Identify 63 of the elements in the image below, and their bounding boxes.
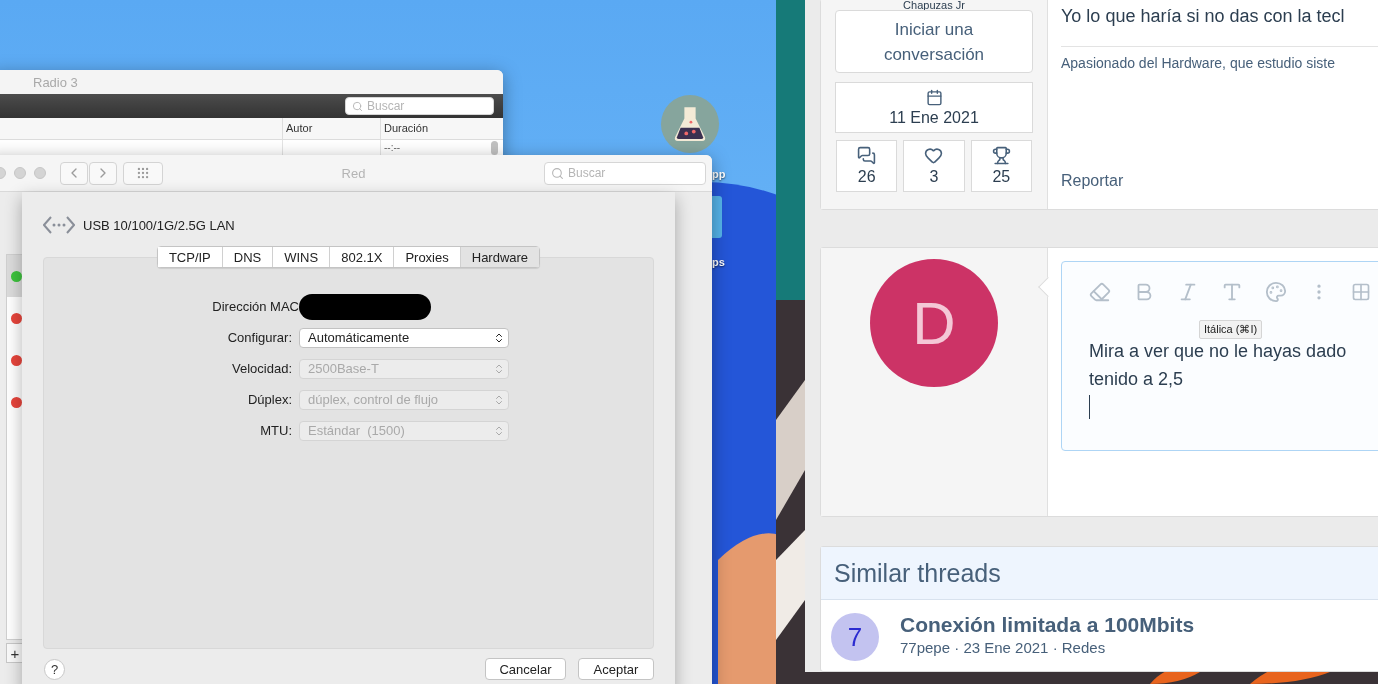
back-button[interactable]	[60, 161, 88, 185]
author-name[interactable]: Chapuzas Jr	[835, 0, 1033, 10]
ethernet-icon	[43, 215, 75, 235]
tab[interactable]: 802.1X	[329, 247, 394, 267]
dialog-button[interactable]: Aceptar	[578, 658, 654, 680]
stat-value: 25	[992, 168, 1011, 186]
thread-meta: 77pepe · 23 Ene 2021 · Redes	[900, 639, 1107, 656]
desktop-icon-label: pp	[712, 168, 726, 180]
stat-value: 26	[857, 168, 876, 186]
window-control[interactable]	[34, 167, 46, 179]
trophy-icon	[991, 146, 1011, 165]
section-title: Similar threads	[821, 547, 1378, 600]
field-label: Dúplex:	[246, 392, 293, 407]
tab[interactable]: TCP/IP	[157, 247, 222, 267]
reply-editor[interactable]: Mira a ver que no le hayas dado tenido a 2,5 Itálica (⌘I)	[1061, 261, 1378, 451]
text-caret	[1089, 395, 1090, 419]
window-control[interactable]	[14, 167, 26, 179]
scrollbar[interactable]	[491, 141, 498, 155]
window-title: Radio 3	[0, 70, 503, 94]
report-link[interactable]: Reportar	[1061, 172, 1124, 190]
stepper-icon	[493, 393, 505, 406]
flask-icon[interactable]	[660, 94, 720, 154]
tab[interactable]: DNS	[221, 247, 273, 267]
dialog-button[interactable]: Cancelar	[485, 658, 566, 680]
editor-text-line: tenido a 2,5	[1089, 368, 1184, 391]
search-icon	[551, 166, 564, 180]
reply-count-badge: 7	[831, 613, 879, 661]
chat-icon	[857, 146, 877, 165]
tab[interactable]: Hardware	[459, 247, 540, 267]
editor-text-line: Mira a ver que no le hayas dado	[1089, 340, 1347, 363]
heart-icon	[924, 146, 944, 165]
field-label: MTU:	[259, 423, 293, 438]
palette-icon[interactable]	[1265, 281, 1287, 303]
start-conversation-button[interactable]: Iniciar una conversación	[835, 10, 1033, 73]
stat-value: 3	[929, 168, 939, 186]
field-label: Configurar:	[226, 330, 293, 345]
stepper-icon	[493, 331, 505, 344]
interface-name: USB 10/100/1G/2.5G LAN	[83, 217, 235, 233]
column-header[interactable]: Autor	[282, 118, 380, 139]
field-label: Velocidad:	[231, 361, 293, 376]
signature-text: Apasionado del Hardware, que estudio siste	[1061, 55, 1336, 71]
thread-title-link[interactable]: Conexión limitada a 100Mbits	[900, 613, 1195, 637]
calendar-icon	[925, 88, 943, 106]
search-icon	[352, 100, 363, 112]
tooltip: Itálica (⌘I)	[1199, 320, 1263, 339]
select-field[interactable]: Automáticamente	[299, 327, 509, 348]
column-header[interactable]: Duración	[380, 118, 488, 139]
post-text: Yo lo que haría si no das con la tecl	[1061, 6, 1346, 28]
help-button[interactable]: ?	[44, 658, 65, 680]
stepper-icon	[493, 362, 505, 375]
text-size-icon[interactable]	[1221, 281, 1243, 303]
tab[interactable]: WINS	[272, 247, 330, 267]
eraser-icon[interactable]	[1089, 281, 1111, 303]
desktop-icon-label: ps	[712, 256, 725, 268]
tab[interactable]: Proxies	[393, 247, 460, 267]
joined-date: 11 Ene 2021	[889, 108, 979, 127]
forward-button[interactable]	[89, 161, 117, 185]
show-all-button[interactable]	[123, 161, 163, 185]
stepper-icon	[493, 424, 505, 437]
avatar: D	[870, 259, 998, 387]
field-label: Dirección MAC	[211, 299, 299, 314]
window-title: Red	[340, 165, 367, 181]
grid-icon	[136, 166, 150, 180]
